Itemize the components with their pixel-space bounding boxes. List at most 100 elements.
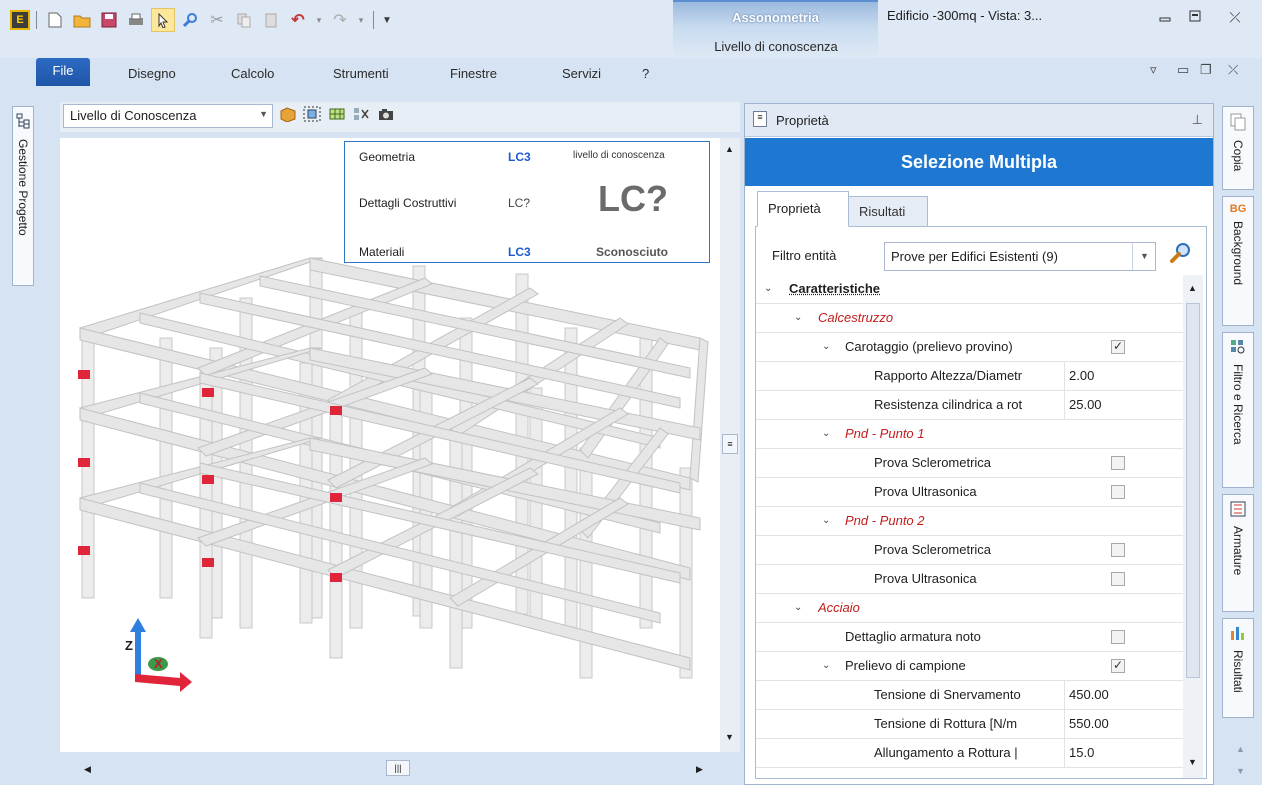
property-value[interactable]: 15.0 <box>1064 739 1183 767</box>
risultati-side-tab[interactable]: Risultati <box>1222 618 1254 718</box>
grid-row[interactable]: Dettaglio armatura noto <box>756 623 1183 652</box>
checkbox[interactable] <box>1111 543 1125 557</box>
close-button[interactable]: ⤫ <box>1220 6 1250 28</box>
entity-filter-select[interactable]: Prove per Edifici Esistenti (9) <box>884 242 1156 271</box>
chevron-down-icon[interactable]: ⌄ <box>794 304 802 332</box>
select-pointer-icon[interactable] <box>151 8 175 32</box>
property-value[interactable]: 450.00 <box>1064 681 1183 709</box>
camera-icon[interactable] <box>376 106 396 126</box>
checkbox[interactable] <box>1111 572 1125 586</box>
minimize-button[interactable] <box>1150 6 1180 28</box>
scroll-thumb[interactable] <box>1186 303 1200 678</box>
grid-row[interactable]: ⌄ Pnd - Punto 2 <box>756 507 1183 536</box>
frame-select-icon[interactable] <box>302 106 322 126</box>
grid-row[interactable]: ⌄ Pnd - Punto 1 <box>756 420 1183 449</box>
paste-icon[interactable] <box>259 8 283 32</box>
property-value[interactable]: 550.00 <box>1064 710 1183 738</box>
cut-icon[interactable]: ✂ <box>205 8 229 32</box>
grid-row[interactable]: Tensione di Rottura [N/m 550.00 <box>756 710 1183 739</box>
scroll-left-icon[interactable]: ◀ <box>84 764 91 775</box>
checkbox[interactable] <box>1111 658 1125 673</box>
tab-finestre[interactable]: Finestre <box>450 66 497 81</box>
level-combo[interactable]: Livello di Conoscenza ▼ <box>63 104 273 128</box>
grid-row[interactable]: Prova Ultrasonica <box>756 478 1183 507</box>
search-icon[interactable] <box>1170 242 1192 269</box>
gestione-progetto-tab[interactable]: Gestione Progetto <box>12 106 34 286</box>
grid-row[interactable]: Prova Ultrasonica <box>756 565 1183 594</box>
grid-row[interactable]: ⌄ Prelievo di campione <box>756 652 1183 681</box>
checkbox[interactable] <box>1111 339 1125 354</box>
redo-icon[interactable]: ↷ <box>328 8 352 32</box>
chevron-down-icon[interactable]: ▾ <box>355 8 367 32</box>
tab-file[interactable]: File <box>36 58 90 86</box>
ribbon-collapse-icon[interactable]: ▿ <box>1150 62 1157 78</box>
tab-risultati[interactable]: Risultati <box>848 196 928 227</box>
grid-row[interactable]: Resistenza cilindrica a rot 25.00 <box>756 391 1183 420</box>
armature-tab[interactable]: Armature <box>1222 494 1254 612</box>
property-value[interactable]: 2.00 <box>1064 362 1183 390</box>
tab-strumenti[interactable]: Strumenti <box>333 66 389 81</box>
scroll-thumb[interactable]: ||| <box>386 760 410 776</box>
grid-row[interactable]: ⌄ Acciaio <box>756 594 1183 623</box>
property-grid-scrollbar[interactable]: ▲ ▼ <box>1183 275 1203 778</box>
box-icon[interactable] <box>278 106 298 126</box>
background-tab[interactable]: BG Background <box>1222 196 1254 326</box>
chevron-down-icon[interactable]: ▼ <box>1132 243 1156 270</box>
checkbox[interactable] <box>1111 485 1125 499</box>
customize-toolbar-icon[interactable]: ▼ <box>380 8 394 32</box>
scroll-down-icon[interactable]: ▼ <box>725 732 734 742</box>
mdi-restore-icon[interactable]: ❐ <box>1200 62 1212 78</box>
level-combo-value: Livello di Conoscenza <box>70 108 197 123</box>
chevron-down-icon[interactable]: ⌄ <box>822 420 830 448</box>
viewport-horizontal-scrollbar[interactable]: ◀ ||| ▶ <box>60 756 720 785</box>
tab-calcolo[interactable]: Calcolo <box>231 66 274 81</box>
scroll-down-icon[interactable]: ▼ <box>1236 766 1245 776</box>
grid-row[interactable]: ⌄ Carotaggio (prelievo provino) <box>756 333 1183 362</box>
chevron-down-icon[interactable]: ⌄ <box>822 652 830 680</box>
scroll-up-icon[interactable]: ▲ <box>725 144 734 154</box>
tab-help[interactable]: ? <box>642 66 649 81</box>
new-document-icon[interactable] <box>43 8 67 32</box>
grid-icon[interactable] <box>327 106 347 126</box>
scroll-down-icon[interactable]: ▼ <box>1188 757 1197 767</box>
mdi-close-icon[interactable]: ⤫ <box>1228 62 1238 78</box>
chevron-down-icon[interactable]: ⌄ <box>822 507 830 535</box>
scroll-right-icon[interactable]: ▶ <box>696 764 703 775</box>
tab-livello-di-conoscenza[interactable]: Livello di conoscenza <box>681 39 871 54</box>
grid-row[interactable]: Prova Sclerometrica <box>756 536 1183 565</box>
app-icon[interactable]: E <box>10 10 30 30</box>
tab-proprieta[interactable]: Proprietà <box>757 191 849 227</box>
property-value[interactable]: 25.00 <box>1064 391 1183 419</box>
grid-row[interactable]: Prova Sclerometrica <box>756 449 1183 478</box>
grid-row[interactable]: Tensione di Snervamento 450.00 <box>756 681 1183 710</box>
filter-elements-icon[interactable] <box>352 106 372 126</box>
checkbox[interactable] <box>1111 456 1125 470</box>
chevron-down-icon[interactable]: ⌄ <box>764 275 772 303</box>
grid-row[interactable]: Allungamento a Rottura | 15.0 <box>756 739 1183 768</box>
viewport-vertical-scrollbar[interactable]: ▲ ≡ ▼ <box>720 138 740 752</box>
property-name: Prova Sclerometrica <box>874 542 992 557</box>
tab-servizi[interactable]: Servizi <box>562 66 601 81</box>
chevron-down-icon[interactable]: ⌄ <box>794 594 802 622</box>
chevron-down-icon[interactable]: ▾ <box>313 8 325 32</box>
copy-icon[interactable] <box>232 8 256 32</box>
grid-row[interactable]: ⌄ Calcestruzzo <box>756 304 1183 333</box>
grid-row[interactable]: Rapporto Altezza/Diametr 2.00 <box>756 362 1183 391</box>
grid-row[interactable]: ⌄ Caratteristiche <box>756 275 1183 304</box>
open-folder-icon[interactable] <box>70 8 94 32</box>
checkbox[interactable] <box>1111 630 1125 644</box>
undo-icon[interactable]: ↶ <box>286 8 310 32</box>
save-icon[interactable] <box>97 8 121 32</box>
scroll-up-icon[interactable]: ▲ <box>1236 744 1245 754</box>
mdi-minimize-icon[interactable]: ▭ <box>1177 62 1189 78</box>
scroll-thumb[interactable]: ≡ <box>722 434 738 454</box>
filtro-ricerca-tab[interactable]: Filtro e Ricerca <box>1222 332 1254 488</box>
maximize-button[interactable] <box>1180 6 1210 28</box>
zoom-icon[interactable] <box>178 8 202 32</box>
print-icon[interactable] <box>124 8 148 32</box>
tab-disegno[interactable]: Disegno <box>128 66 176 81</box>
pin-icon[interactable]: ⊥ <box>1192 112 1203 128</box>
scroll-up-icon[interactable]: ▲ <box>1188 283 1197 293</box>
copia-tab[interactable]: Copia <box>1222 106 1254 190</box>
chevron-down-icon[interactable]: ⌄ <box>822 333 830 361</box>
